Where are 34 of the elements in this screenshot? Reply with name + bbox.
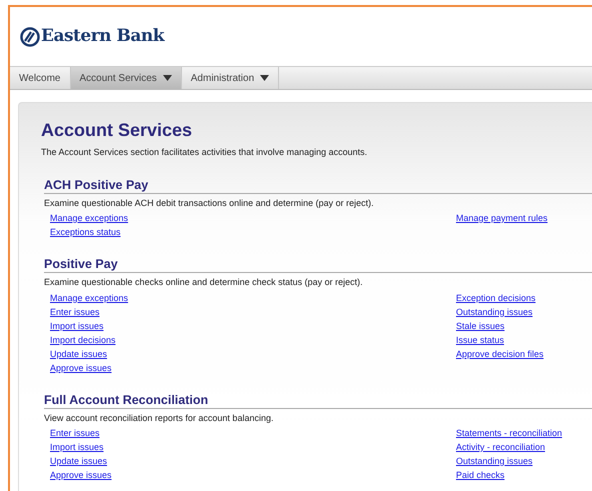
link[interactable]: Approve issues (50, 468, 112, 482)
link[interactable]: Manage exceptions (50, 211, 128, 225)
section-heading: ACH Positive Pay (44, 176, 592, 194)
link[interactable]: Approve decision files (456, 346, 544, 360)
section-heading: Positive Pay (44, 256, 592, 273)
link[interactable]: Import issues (50, 318, 104, 332)
link[interactable]: Import decisions (50, 332, 116, 346)
link[interactable]: Exception decisions (456, 290, 536, 304)
link[interactable]: Manage exceptions (50, 290, 128, 304)
link[interactable]: Statements - reconciliation (456, 426, 562, 440)
link[interactable]: Outstanding issues (456, 304, 533, 318)
logo-icon (20, 26, 40, 46)
page-description: The Account Services section facilitates activities that involve managing accounts. (41, 146, 368, 159)
nav-tab[interactable]: Account Services (70, 67, 182, 89)
section-description: Examine questionable checks online and determine check status (pay or reject). (44, 276, 364, 289)
link[interactable]: Import issues (50, 440, 104, 454)
section-heading: Full Account Reconciliation (44, 392, 592, 408)
logo-text: Eastern Bank (41, 24, 164, 48)
link[interactable]: Update issues (50, 346, 108, 360)
section-description: Examine questionable ACH debit transactions online and determine (pay or reject). (44, 196, 375, 210)
link[interactable]: Outstanding issues (456, 454, 533, 468)
link[interactable]: Update issues (50, 454, 108, 468)
link[interactable]: Approve issues (50, 360, 112, 374)
page-title: Account Services (41, 119, 194, 141)
section-description: View account reconciliation reports for account balancing. (44, 412, 274, 425)
link[interactable]: Issue status (456, 332, 504, 346)
link[interactable]: Activity - reconciliation (456, 440, 546, 454)
link[interactable]: Manage payment rules (456, 211, 548, 225)
link[interactable]: Exceptions status (50, 225, 121, 239)
link[interactable]: Stale issues (456, 318, 505, 332)
link[interactable]: Enter issues (50, 304, 100, 318)
nav-tab[interactable]: Administration (182, 67, 280, 89)
link[interactable]: Paid checks (456, 468, 505, 482)
link[interactable]: Enter issues (50, 426, 100, 440)
